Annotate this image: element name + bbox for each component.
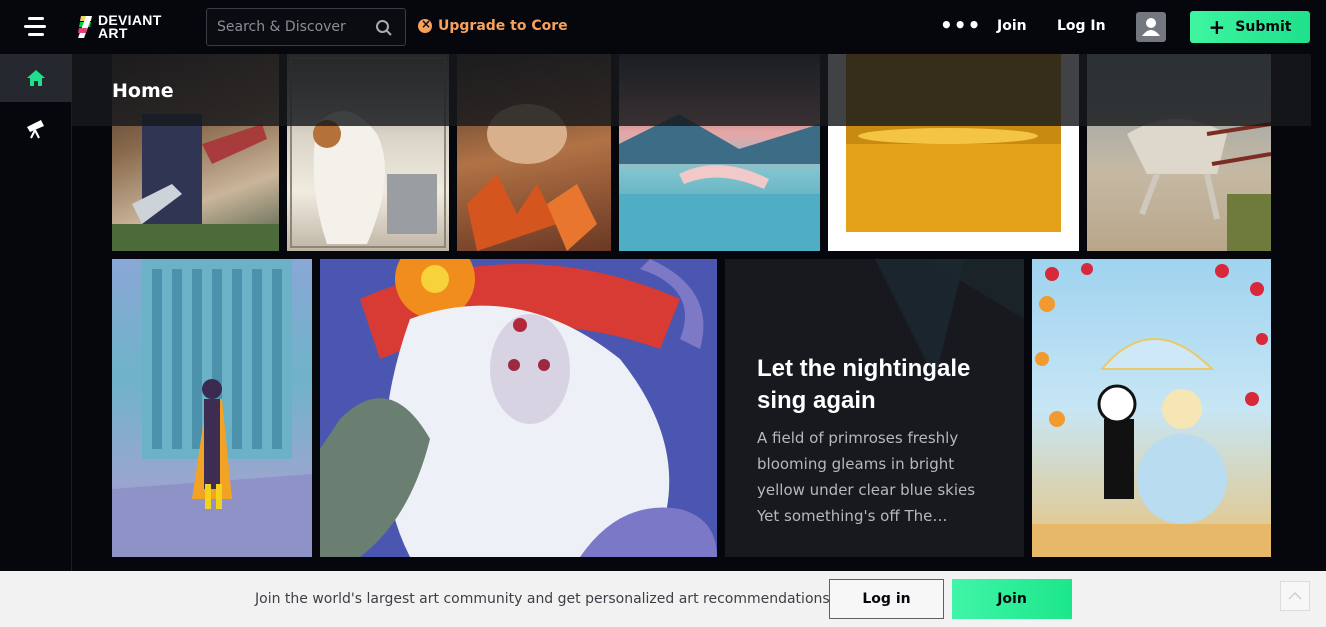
sidebar-item-home[interactable] (0, 54, 72, 102)
page-title: Home (112, 80, 174, 102)
join-link[interactable]: Join (997, 18, 1027, 34)
search-box (206, 8, 406, 46)
artwork-image (320, 259, 717, 557)
artwork-image (112, 259, 312, 557)
login-link[interactable]: Log In (1057, 18, 1106, 34)
featured-excerpt: A field of primroses freshly blooming gl… (757, 429, 976, 525)
artwork-tile[interactable] (112, 259, 312, 557)
featured-literature-card[interactable]: Let the nightingale sing again A field o… (725, 259, 1024, 557)
menu-icon[interactable] (24, 17, 48, 37)
banner-join-button[interactable]: Join (952, 579, 1072, 619)
artwork-tile[interactable] (1032, 259, 1271, 557)
logo-mark-icon (78, 16, 92, 38)
upgrade-to-core-link[interactable]: Upgrade to Core (418, 17, 568, 34)
page-header: Home (72, 54, 1311, 126)
sidebar-item-watch[interactable] (0, 106, 72, 150)
home-icon (27, 70, 45, 86)
featured-title: Let the nightingale sing again (757, 355, 971, 414)
banner-login-button[interactable]: Log in (829, 579, 944, 619)
core-badge-icon (418, 17, 432, 33)
plus-icon: + (1208, 15, 1226, 39)
artwork-image (1032, 263, 1271, 557)
chevron-up-icon (1288, 591, 1302, 600)
search-icon[interactable] (375, 19, 393, 37)
more-options-button[interactable]: ••• (940, 15, 981, 35)
submit-label: Submit (1235, 19, 1292, 35)
signup-banner-text: Join the world's largest art community a… (255, 591, 835, 607)
telescope-icon (27, 120, 44, 139)
user-icon (1142, 18, 1160, 36)
sidebar (0, 54, 72, 627)
artwork-tile[interactable] (320, 259, 717, 557)
logo-text: DEVIANT ART (98, 12, 162, 41)
submit-button[interactable]: + Submit (1190, 11, 1310, 43)
top-bar: DEVIANT ART Upgrade to Core ••• Join Log… (0, 0, 1326, 54)
avatar[interactable] (1136, 12, 1166, 42)
scroll-to-top-button[interactable] (1280, 581, 1310, 611)
deviation-feed: Let the nightingale sing again A field o… (72, 54, 1326, 627)
search-input[interactable] (217, 19, 367, 35)
deviantart-logo[interactable]: DEVIANT ART (78, 12, 178, 42)
upgrade-label: Upgrade to Core (438, 18, 568, 34)
signup-banner: Join the world's largest art community a… (0, 571, 1326, 627)
